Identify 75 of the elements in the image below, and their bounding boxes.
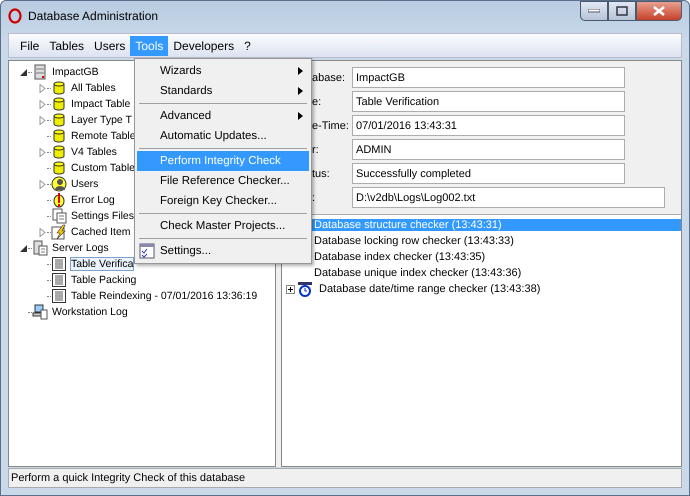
tree-item[interactable]: ImpactGB — [51, 65, 100, 79]
clock-icon — [297, 281, 313, 297]
server-icon — [32, 240, 48, 256]
lightning-icon — [51, 224, 67, 240]
computer-icon — [32, 304, 48, 320]
menu-item[interactable]: File Reference Checker... — [137, 171, 309, 191]
menu-item[interactable]: Advanced — [137, 106, 309, 126]
log-entry[interactable]: Database date/time range checker (13:43:38) — [317, 283, 542, 295]
input-field[interactable]: ImpactGB — [352, 67, 625, 88]
document-icon — [51, 208, 67, 224]
tree-item[interactable]: Custom Table — [70, 161, 136, 175]
user-icon — [51, 176, 67, 192]
close-button[interactable] — [636, 1, 682, 21]
collapse-icon[interactable] — [19, 244, 28, 252]
tree-item[interactable]: Layer Type T — [70, 113, 133, 127]
database-icon — [51, 144, 67, 160]
menu-item[interactable]: Standards — [137, 81, 309, 101]
tree-item[interactable]: Users — [70, 177, 100, 191]
collapse-icon[interactable] — [19, 68, 28, 76]
menu-item[interactable]: Settings... — [137, 241, 309, 261]
menu-item[interactable]: Tables — [44, 36, 90, 56]
database-icon — [51, 160, 67, 176]
error-icon — [51, 192, 67, 208]
document-icon — [51, 272, 67, 288]
tree-item[interactable]: Remote Table — [70, 129, 137, 143]
log-entry[interactable]: Database unique index checker (13:43:36) — [312, 267, 524, 279]
field-label: r: — [312, 144, 320, 156]
menu-item[interactable]: Wizards — [137, 61, 309, 81]
app-logo-icon — [8, 8, 22, 24]
tree-item[interactable]: All Tables — [70, 81, 117, 95]
tree-item[interactable]: Impact Table — [70, 97, 132, 111]
close-icon — [653, 6, 665, 16]
tree-item[interactable]: Settings Files — [70, 209, 136, 223]
maximize-button[interactable] — [608, 1, 636, 21]
tree-item[interactable]: Server Logs — [51, 241, 110, 255]
log-entry[interactable]: Database index checker (13:43:35) — [312, 251, 488, 263]
tree-item[interactable]: Table Verifica — [70, 257, 134, 271]
field-label: : — [312, 192, 316, 204]
tree-item[interactable]: Cached Item — [70, 225, 132, 239]
log-entry[interactable]: Database locking row checker (13:43:33) — [312, 235, 516, 247]
tree-item[interactable]: Error Log — [70, 193, 116, 207]
input-field[interactable]: Successfully completed — [352, 163, 625, 184]
tree-item[interactable]: Table Packing — [70, 273, 138, 287]
menu-item[interactable]: Users — [89, 36, 130, 56]
input-field[interactable]: D:\v2db\Logs\Log002.txt — [352, 187, 665, 208]
window-title: Database Administration — [28, 9, 158, 23]
field-label: e-Time: — [312, 120, 350, 132]
input-field[interactable]: Table Verification — [352, 91, 625, 112]
server-icon — [32, 64, 48, 80]
input-field[interactable]: ADMIN — [352, 139, 625, 160]
status-bar: Perform a quick Integrity Check of this database — [8, 468, 682, 488]
field-label: tus: — [312, 168, 331, 180]
tree-item[interactable]: Workstation Log — [51, 305, 129, 319]
minimize-icon — [588, 9, 600, 13]
database-icon — [51, 112, 67, 128]
database-icon — [51, 96, 67, 112]
field-label: abase: — [312, 72, 346, 84]
document-icon — [51, 288, 67, 304]
database-icon — [51, 80, 67, 96]
tree-item[interactable]: V4 Tables — [70, 145, 118, 159]
minimize-button[interactable] — [580, 1, 608, 21]
menu-item[interactable]: Foreign Key Checker... — [137, 191, 309, 211]
database-icon — [51, 128, 67, 144]
field-label: e: — [312, 96, 322, 108]
menu-item[interactable]: Developers — [168, 36, 240, 56]
menu-item[interactable]: ? — [239, 36, 256, 56]
expand-icon[interactable] — [286, 284, 295, 294]
checklist-icon — [139, 243, 155, 259]
menu-item[interactable]: File — [15, 36, 44, 56]
menu-item[interactable]: Check Master Projects... — [137, 216, 309, 236]
document-icon — [51, 256, 67, 272]
maximize-icon — [616, 6, 628, 16]
menu-item[interactable]: Automatic Updates... — [137, 126, 309, 146]
input-field[interactable]: 07/01/2016 13:43:31 — [352, 115, 625, 136]
tree-item[interactable]: Table Reindexing - 07/01/2016 13:36:19 — [70, 289, 258, 303]
